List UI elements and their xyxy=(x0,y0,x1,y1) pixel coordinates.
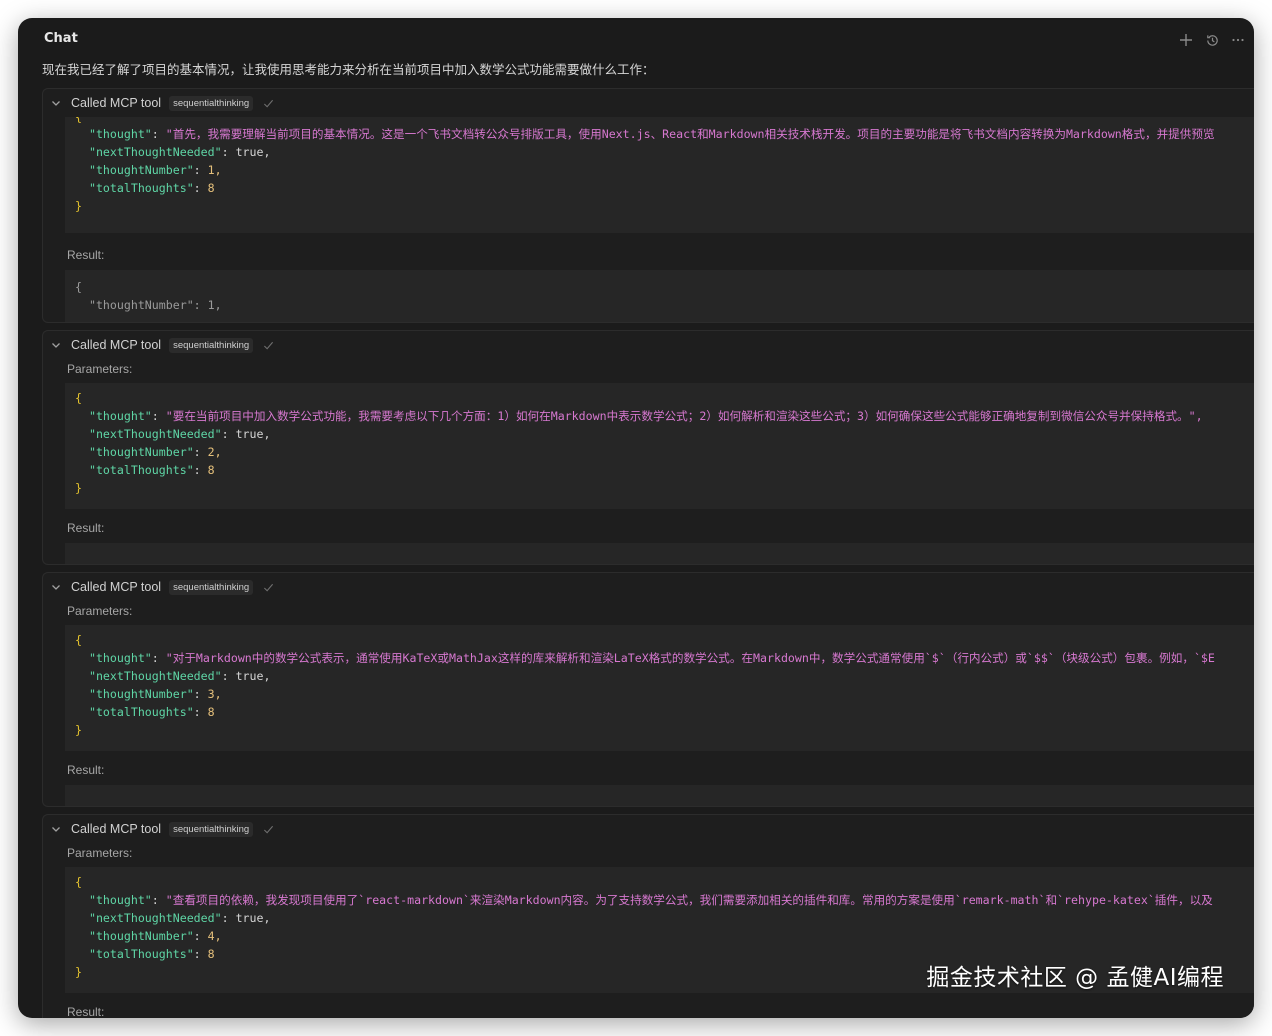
parameters-label: Parameters: xyxy=(67,604,133,618)
tool-name-badge: sequentialthinking xyxy=(169,579,254,595)
brace-open: { xyxy=(75,633,82,647)
chevron-down-icon[interactable] xyxy=(49,580,63,594)
tool-call-label: Called MCP tool xyxy=(71,580,162,594)
result-preview: "thoughtNumber": 1, xyxy=(88,298,222,312)
brace-close: } xyxy=(75,723,82,737)
result-code-block xyxy=(65,543,1254,564)
key-next-thought-needed: "nextThoughtNeeded" xyxy=(88,145,222,159)
next-thought-value: true, xyxy=(235,669,271,683)
check-icon xyxy=(261,96,275,110)
key-next-thought-needed: "nextThoughtNeeded" xyxy=(88,911,222,925)
result-label: Result: xyxy=(67,763,105,777)
key-total-thoughts: "totalThoughts" xyxy=(88,181,194,195)
tool-call-card[interactable]: Called MCP tool sequentialthinking Param… xyxy=(42,572,1254,807)
thought-number-value: 1, xyxy=(207,163,222,177)
tool-name-badge: sequentialthinking xyxy=(169,95,254,111)
plus-icon[interactable] xyxy=(1176,30,1196,50)
key-total-thoughts: "totalThoughts" xyxy=(88,947,194,961)
title-bar: Chat xyxy=(18,18,1254,60)
tool-call-label: Called MCP tool xyxy=(71,822,162,836)
tool-call-card[interactable]: Called MCP tool sequentialthinking { "th… xyxy=(42,88,1254,323)
tool-call-header[interactable]: Called MCP tool sequentialthinking xyxy=(43,573,1254,601)
chat-window: Chat 现在我已经了解了项目的基本情况，让我使用思考能力来分析在当前项目中加入… xyxy=(18,18,1254,1018)
top-actions xyxy=(1176,30,1248,50)
thought-value: "要在当前项目中加入数学公式功能，我需要考虑以下几个方面：1）如何在Markdo… xyxy=(165,409,1203,423)
thought-number-value: 3, xyxy=(207,687,222,701)
brace-close: } xyxy=(75,199,82,213)
parameters-code-block: { "thought": "要在当前项目中加入数学公式功能，我需要考虑以下几个方… xyxy=(65,383,1254,509)
key-thought-number: "thoughtNumber" xyxy=(88,929,194,943)
key-total-thoughts: "totalThoughts" xyxy=(88,705,194,719)
parameters-label: Parameters: xyxy=(67,362,133,376)
thought-value: "查看项目的依赖，我发现项目使用了`react-markdown`来渲染Mark… xyxy=(165,893,1213,907)
chat-title: Chat xyxy=(44,31,78,46)
total-thoughts-value: 8 xyxy=(207,705,215,719)
check-icon xyxy=(261,338,275,352)
next-thought-value: true, xyxy=(235,145,271,159)
chevron-down-icon[interactable] xyxy=(49,822,63,836)
key-thought-number: "thoughtNumber" xyxy=(88,445,194,459)
key-next-thought-needed: "nextThoughtNeeded" xyxy=(88,427,222,441)
parameters-code-block: { "thought": "首先，我需要理解当前项目的基本情况。这是一个飞书文档… xyxy=(65,117,1254,233)
result-code-block: { "thoughtNumber": 1, xyxy=(65,270,1254,322)
parameters-label: Parameters: xyxy=(67,846,133,860)
tool-name-badge: sequentialthinking xyxy=(169,821,254,837)
brace-close: } xyxy=(75,481,82,495)
thought-number-value: 4, xyxy=(207,929,222,943)
history-icon[interactable] xyxy=(1202,30,1222,50)
thought-value: "对于Markdown中的数学公式表示，通常使用KaTeX或MathJax这样的… xyxy=(165,651,1215,665)
result-label: Result: xyxy=(67,248,105,262)
total-thoughts-value: 8 xyxy=(207,463,215,477)
thought-value: "首先，我需要理解当前项目的基本情况。这是一个飞书文档转公众号排版工具，使用Ne… xyxy=(165,127,1215,141)
chevron-down-icon[interactable] xyxy=(49,338,63,352)
total-thoughts-value: 8 xyxy=(207,181,215,195)
check-icon xyxy=(261,580,275,594)
brace-close: } xyxy=(75,965,82,979)
total-thoughts-value: 8 xyxy=(207,947,215,961)
check-icon xyxy=(261,822,275,836)
brace-open: { xyxy=(75,875,82,889)
watermark: 掘金技术社区 @ 孟健AI编程 xyxy=(926,965,1224,991)
key-total-thoughts: "totalThoughts" xyxy=(88,463,194,477)
key-next-thought-needed: "nextThoughtNeeded" xyxy=(88,669,222,683)
next-thought-value: true, xyxy=(235,427,271,441)
key-thought: "thought" xyxy=(88,409,152,423)
more-icon[interactable] xyxy=(1228,30,1248,50)
tool-call-label: Called MCP tool xyxy=(71,96,162,110)
tool-call-header[interactable]: Called MCP tool sequentialthinking xyxy=(43,815,1254,843)
result-brace-open: { xyxy=(75,280,82,294)
result-label: Result: xyxy=(67,521,105,535)
result-label: Result: xyxy=(67,1005,105,1018)
brace-open: { xyxy=(75,391,82,405)
key-thought: "thought" xyxy=(88,651,152,665)
brace-open: { xyxy=(75,117,82,124)
chevron-down-icon[interactable] xyxy=(49,96,63,110)
tool-call-header[interactable]: Called MCP tool sequentialthinking xyxy=(43,89,1254,117)
key-thought: "thought" xyxy=(88,127,152,141)
tool-call-label: Called MCP tool xyxy=(71,338,162,352)
tool-call-card[interactable]: Called MCP tool sequentialthinking Param… xyxy=(42,330,1254,565)
result-code-block xyxy=(65,785,1254,806)
parameters-code-block: { "thought": "对于Markdown中的数学公式表示，通常使用KaT… xyxy=(65,625,1254,751)
thought-number-value: 2, xyxy=(207,445,222,459)
tool-call-header[interactable]: Called MCP tool sequentialthinking xyxy=(43,331,1254,359)
key-thought: "thought" xyxy=(88,893,152,907)
next-thought-value: true, xyxy=(235,911,271,925)
tool-name-badge: sequentialthinking xyxy=(169,337,254,353)
assistant-message: 现在我已经了解了项目的基本情况，让我使用思考能力来分析在当前项目中加入数学公式功… xyxy=(42,62,655,77)
key-thought-number: "thoughtNumber" xyxy=(88,687,194,701)
key-thought-number: "thoughtNumber" xyxy=(88,163,194,177)
